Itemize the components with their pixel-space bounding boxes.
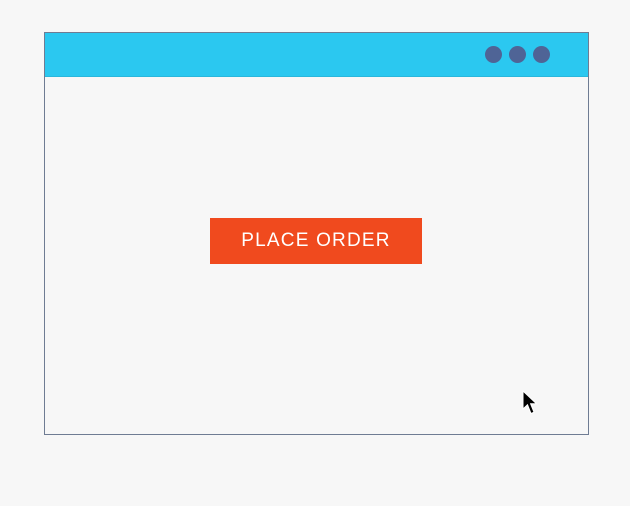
window-dot-icon[interactable]	[485, 46, 502, 63]
window-dot-icon[interactable]	[533, 46, 550, 63]
window-dot-icon[interactable]	[509, 46, 526, 63]
window-controls	[485, 46, 550, 63]
browser-window: PLACE ORDER	[44, 32, 589, 435]
screen: PLACE ORDER	[0, 0, 630, 506]
window-titlebar	[45, 33, 588, 77]
mouse-pointer-icon	[522, 390, 538, 415]
place-order-button[interactable]: PLACE ORDER	[210, 218, 422, 264]
